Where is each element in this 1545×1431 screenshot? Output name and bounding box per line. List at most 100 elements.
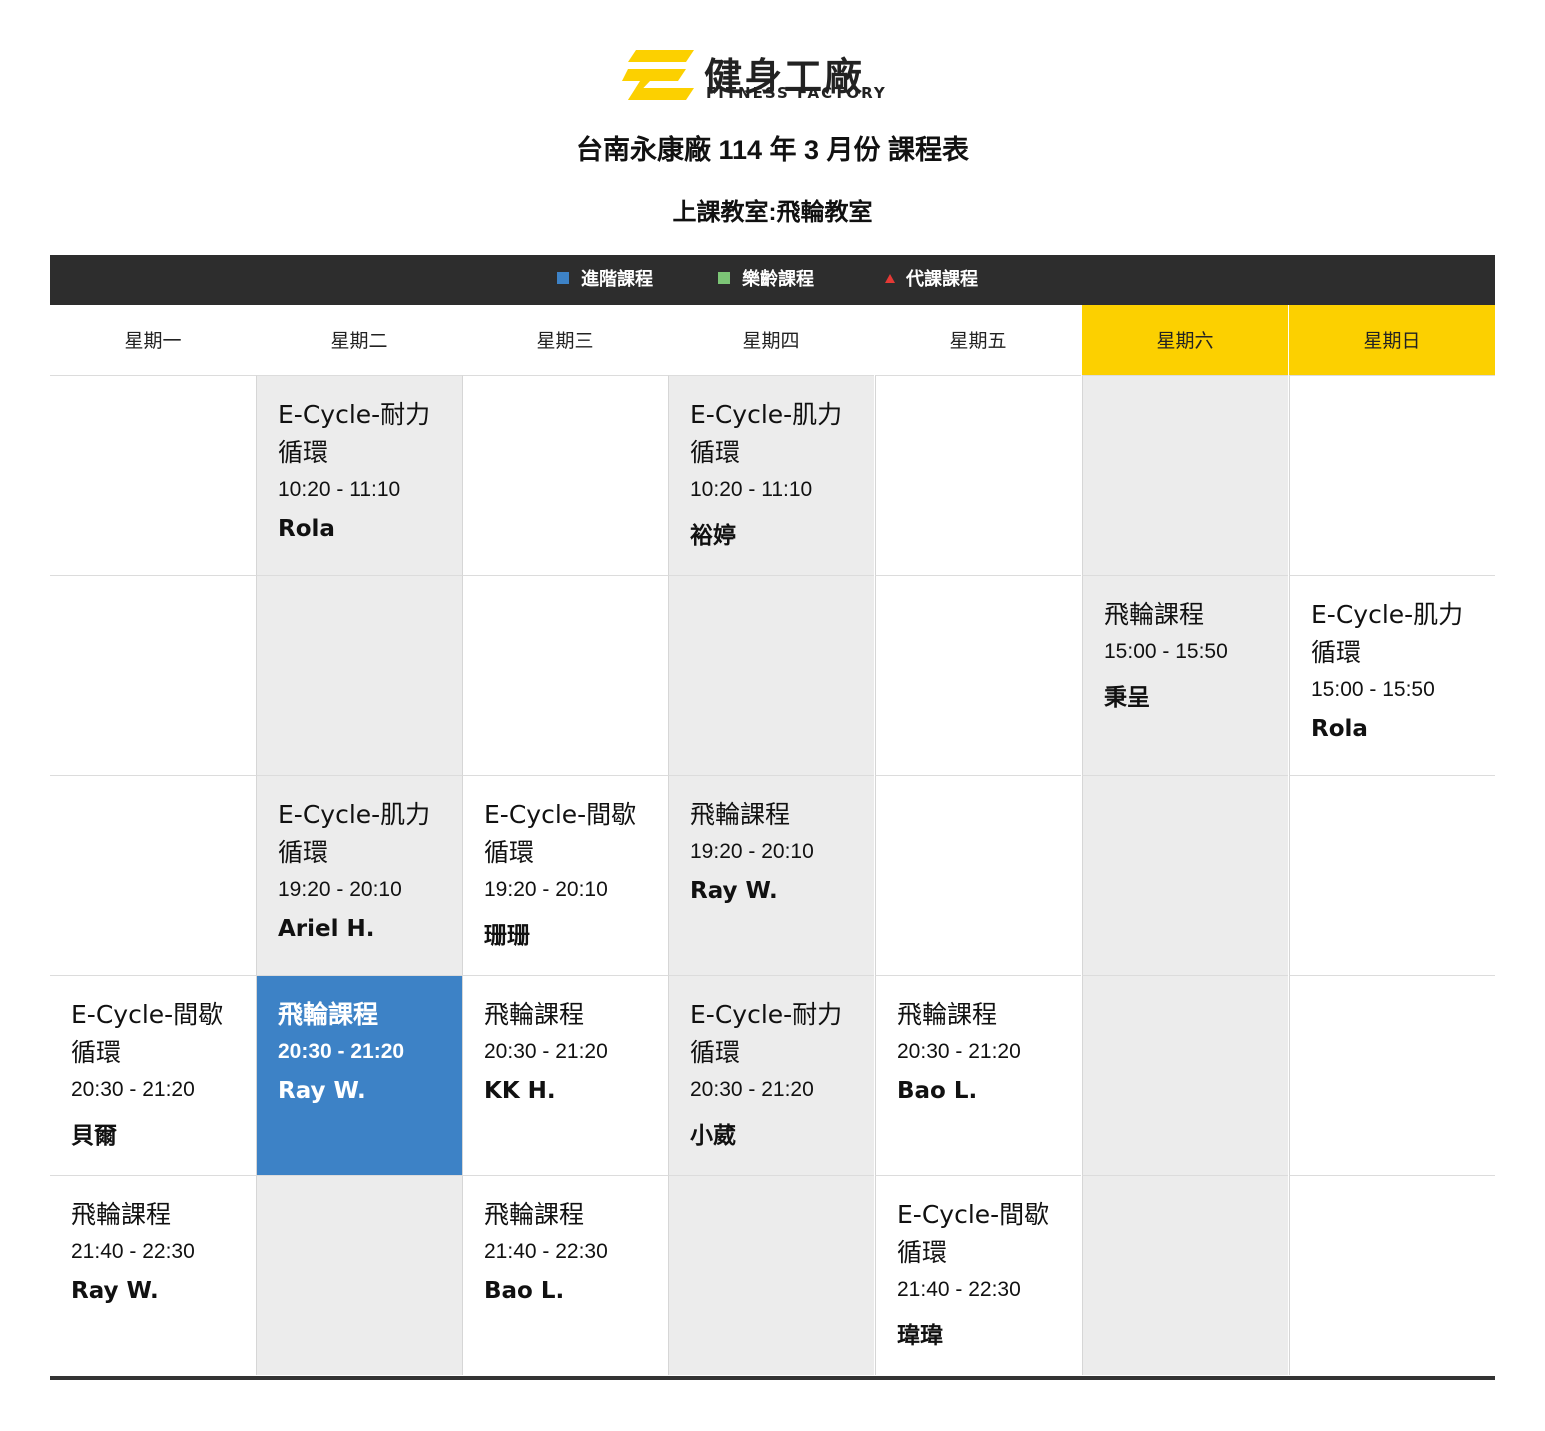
schedule-cell[interactable]: 飛輪課程 20:30 - 21:20 KK H. bbox=[462, 975, 668, 1175]
class-name: E-Cycle-肌力循環 bbox=[690, 400, 843, 467]
class-teacher: 貝爾 bbox=[71, 1123, 117, 1149]
class-time: 19:20 - 20:10 bbox=[278, 878, 402, 901]
classroom-subtitle: 上課教室:飛輪教室 bbox=[672, 199, 873, 226]
schedule-cell bbox=[875, 775, 1081, 975]
schedule-cell bbox=[256, 575, 462, 775]
schedule-cell bbox=[1289, 375, 1495, 575]
schedule-cell bbox=[1289, 975, 1495, 1175]
class-teacher: 秉呈 bbox=[1104, 685, 1150, 711]
schedule-cell[interactable]: E-Cycle-耐力循環 10:20 - 11:10 Rola bbox=[256, 375, 462, 575]
class-teacher: Ray W. bbox=[278, 1078, 366, 1104]
schedule-cell bbox=[462, 375, 668, 575]
class-time: 20:30 - 21:20 bbox=[278, 1040, 405, 1063]
class-entry: E-Cycle-間歇循環 21:40 - 22:30 瑋瑋 bbox=[897, 1196, 1069, 1350]
class-entry: E-Cycle-肌力循環 10:20 - 11:10 裕婷 bbox=[690, 396, 862, 550]
class-name: 飛輪課程 bbox=[1104, 600, 1205, 629]
class-teacher: Rola bbox=[1311, 716, 1368, 742]
schedule-cell-advanced[interactable]: 飛輪課程 20:30 - 21:20 Ray W. bbox=[256, 975, 462, 1175]
schedule-cell bbox=[256, 1175, 462, 1375]
class-time: 10:20 - 11:10 bbox=[278, 478, 401, 501]
schedule-cell[interactable]: 飛輪課程 21:40 - 22:30 Bao L. bbox=[462, 1175, 668, 1375]
class-entry: E-Cycle-間歇循環 20:30 - 21:20 貝爾 bbox=[71, 996, 244, 1150]
schedule-cell bbox=[462, 575, 668, 775]
schedule-cell bbox=[1082, 375, 1288, 575]
class-entry: E-Cycle-耐力循環 10:20 - 11:10 Rola bbox=[278, 396, 450, 542]
schedule-cell bbox=[50, 775, 256, 975]
schedule-cell[interactable]: E-Cycle-間歇循環 21:40 - 22:30 瑋瑋 bbox=[875, 1175, 1081, 1375]
legend-senior-label: 樂齡課程 bbox=[742, 269, 814, 290]
class-name: 飛輪課程 bbox=[897, 1000, 998, 1029]
schedule-cell bbox=[1082, 1175, 1288, 1375]
class-teacher: Ray W. bbox=[71, 1278, 159, 1304]
schedule-cell[interactable]: 飛輪課程 21:40 - 22:30 Ray W. bbox=[50, 1175, 256, 1375]
class-teacher: 瑋瑋 bbox=[897, 1323, 943, 1349]
class-teacher: Bao L. bbox=[897, 1078, 978, 1104]
legend-senior: 樂齡課程 bbox=[718, 255, 814, 305]
class-entry: 飛輪課程 20:30 - 21:20 Bao L. bbox=[897, 996, 1069, 1104]
class-name: E-Cycle-間歇循環 bbox=[897, 1200, 1050, 1267]
day-header-wed: 星期三 bbox=[536, 330, 594, 352]
class-teacher: Rola bbox=[278, 516, 335, 542]
schedule-cell[interactable]: E-Cycle-肌力循環 19:20 - 20:10 Ariel H. bbox=[256, 775, 462, 975]
class-name: E-Cycle-肌力循環 bbox=[1311, 600, 1464, 667]
class-teacher: Ray W. bbox=[690, 878, 778, 904]
day-header-sat: 星期六 bbox=[1082, 305, 1288, 375]
legend-bar: 進階課程 樂齡課程 代課課程 bbox=[50, 255, 1495, 305]
schedule-cell[interactable]: 飛輪課程 20:30 - 21:20 Bao L. bbox=[875, 975, 1081, 1175]
day-header-mon: 星期一 bbox=[124, 330, 182, 352]
day-header-fri: 星期五 bbox=[949, 330, 1007, 352]
class-teacher: 珊珊 bbox=[484, 923, 530, 949]
class-entry: E-Cycle-耐力循環 20:30 - 21:20 小葳 bbox=[690, 996, 862, 1150]
schedule-cell bbox=[668, 575, 874, 775]
legend-advanced: 進階課程 bbox=[557, 255, 653, 305]
brand-name-en: FITNESS FACTORY bbox=[706, 84, 887, 102]
legend-substitute: 代課課程 bbox=[885, 255, 978, 305]
day-header-thu: 星期四 bbox=[742, 330, 800, 352]
class-entry: 飛輪課程 21:40 - 22:30 Bao L. bbox=[484, 1196, 656, 1304]
schedule-cell bbox=[1289, 1175, 1495, 1375]
day-header-sun: 星期日 bbox=[1289, 305, 1495, 375]
class-teacher: Ariel H. bbox=[278, 916, 375, 942]
table-bottom-rule bbox=[50, 1376, 1495, 1380]
schedule-cell bbox=[875, 575, 1081, 775]
class-entry: 飛輪課程 20:30 - 21:20 KK H. bbox=[484, 996, 656, 1104]
blue-square-icon bbox=[557, 272, 569, 284]
class-teacher: 小葳 bbox=[690, 1123, 736, 1149]
schedule-cell bbox=[668, 1175, 874, 1375]
page-title: 台南永康廠 114 年 3 月份 課程表 bbox=[575, 135, 970, 165]
legend-substitute-label: 代課課程 bbox=[906, 269, 978, 290]
fitness-factory-logo-icon bbox=[622, 50, 694, 100]
class-time: 20:30 - 21:20 bbox=[690, 1078, 814, 1101]
class-name: E-Cycle-耐力循環 bbox=[278, 400, 431, 467]
class-entry: 飛輪課程 15:00 - 15:50 秉呈 bbox=[1104, 596, 1276, 712]
schedule-grid: E-Cycle-耐力循環 10:20 - 11:10 Rola E-Cycle-… bbox=[50, 375, 1495, 1377]
schedule-cell[interactable]: E-Cycle-耐力循環 20:30 - 21:20 小葳 bbox=[668, 975, 874, 1175]
class-name: 飛輪課程 bbox=[484, 1200, 585, 1229]
class-name: E-Cycle-耐力循環 bbox=[690, 1000, 843, 1067]
schedule-cell bbox=[1289, 775, 1495, 975]
schedule-cell[interactable]: E-Cycle-間歇循環 19:20 - 20:10 珊珊 bbox=[462, 775, 668, 975]
class-time: 19:20 - 20:10 bbox=[690, 840, 814, 863]
schedule-cell bbox=[50, 575, 256, 775]
legend-advanced-label: 進階課程 bbox=[581, 269, 653, 290]
class-name: 飛輪課程 bbox=[690, 800, 791, 829]
class-teacher: 裕婷 bbox=[690, 523, 736, 549]
class-time: 15:00 - 15:50 bbox=[1104, 640, 1228, 663]
class-time: 19:20 - 20:10 bbox=[484, 878, 608, 901]
class-name: 飛輪課程 bbox=[278, 1000, 379, 1029]
class-name: E-Cycle-肌力循環 bbox=[278, 800, 431, 867]
class-teacher: KK H. bbox=[484, 1078, 556, 1104]
class-entry: E-Cycle-肌力循環 19:20 - 20:10 Ariel H. bbox=[278, 796, 450, 942]
schedule-cell[interactable]: E-Cycle-間歇循環 20:30 - 21:20 貝爾 bbox=[50, 975, 256, 1175]
class-time: 21:40 - 22:30 bbox=[897, 1278, 1021, 1301]
schedule-cell[interactable]: E-Cycle-肌力循環 10:20 - 11:10 裕婷 bbox=[668, 375, 874, 575]
class-entry: 飛輪課程 21:40 - 22:30 Ray W. bbox=[71, 1196, 244, 1304]
class-name: 飛輪課程 bbox=[484, 1000, 585, 1029]
class-teacher: Bao L. bbox=[484, 1278, 565, 1304]
schedule-cell bbox=[1082, 775, 1288, 975]
brand-logo: 健身工廠 FITNESS FACTORY bbox=[622, 48, 922, 104]
schedule-cell[interactable]: 飛輪課程 19:20 - 20:10 Ray W. bbox=[668, 775, 874, 975]
schedule-cell[interactable]: 飛輪課程 15:00 - 15:50 秉呈 bbox=[1082, 575, 1288, 775]
class-name: 飛輪課程 bbox=[71, 1200, 172, 1229]
schedule-cell[interactable]: E-Cycle-肌力循環 15:00 - 15:50 Rola bbox=[1289, 575, 1495, 775]
